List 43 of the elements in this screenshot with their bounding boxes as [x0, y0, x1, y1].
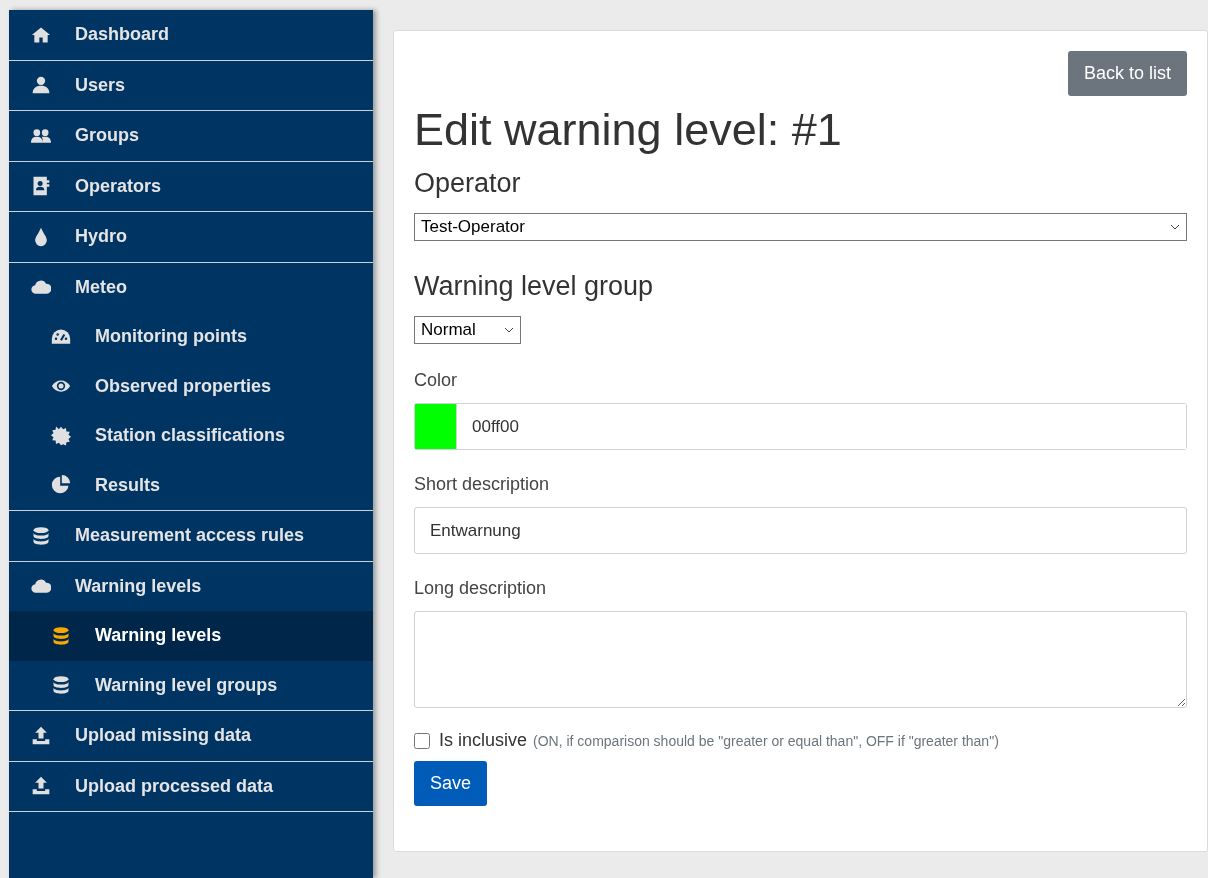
field-label: Operator [414, 168, 521, 199]
page-title: Edit warning level: #1 [414, 104, 842, 156]
field-label: Short description [414, 474, 550, 495]
short-description-field[interactable]: Entwarnung [414, 507, 1187, 554]
operator-dropdown[interactable]: Test-Operator [414, 213, 1187, 241]
field-label: Warning level group [414, 271, 654, 302]
sidebar-item[interactable]: Users [9, 60, 373, 110]
hint-text: (ON, if comparison should be "greater or equal than", OFF if "greater than") [533, 732, 999, 749]
user-icon [31, 75, 51, 96]
checkbox-label: Is inclusive [439, 730, 528, 751]
caret-icon [504, 327, 514, 333]
sidebar-item[interactable]: Results [9, 460, 373, 510]
color-swatch[interactable] [415, 404, 456, 449]
checkbox[interactable] [414, 732, 430, 749]
sidebar-item[interactable]: Observed properties [9, 361, 373, 411]
database-icon [51, 675, 71, 696]
sidebar-item[interactable]: Monitoring points [9, 312, 373, 362]
save-button[interactable]: Save [414, 761, 488, 806]
database-icon [51, 625, 71, 646]
caret-icon [1170, 224, 1180, 230]
sidebar-item[interactable]: Groups [9, 111, 373, 161]
sidebar-item[interactable]: Warning level groups [9, 660, 373, 710]
sidebar-item[interactable]: Operators [9, 161, 373, 211]
sidebar-item[interactable]: Measurement access rules [9, 511, 373, 561]
sidebar-item[interactable]: Dashboard [9, 10, 373, 60]
sidebar-item[interactable]: Upload processed data [9, 761, 373, 811]
upload-icon [31, 725, 51, 746]
sidebar-item[interactable]: Station classifications [9, 411, 373, 461]
back-to-list-button[interactable]: Back to list [1067, 51, 1187, 96]
field-label: Long description [414, 578, 547, 599]
field-label: Color [414, 370, 457, 391]
upload-icon [31, 776, 51, 797]
sidebar-item[interactable]: Upload missing data [9, 711, 373, 761]
pie-chart-icon [51, 475, 71, 496]
badge-icon [51, 425, 71, 446]
group-dropdown[interactable]: Normal [414, 316, 521, 344]
long-description-field[interactable] [414, 611, 1187, 708]
database-icon [31, 525, 51, 546]
sidebar-item[interactable]: Meteo [9, 262, 373, 312]
sidebar-item[interactable]: Warning levels [9, 561, 373, 611]
sidebar-item[interactable]: Warning levels [9, 611, 373, 661]
contact-card-icon [31, 176, 51, 197]
sidebar-item[interactable]: Hydro [9, 212, 373, 262]
